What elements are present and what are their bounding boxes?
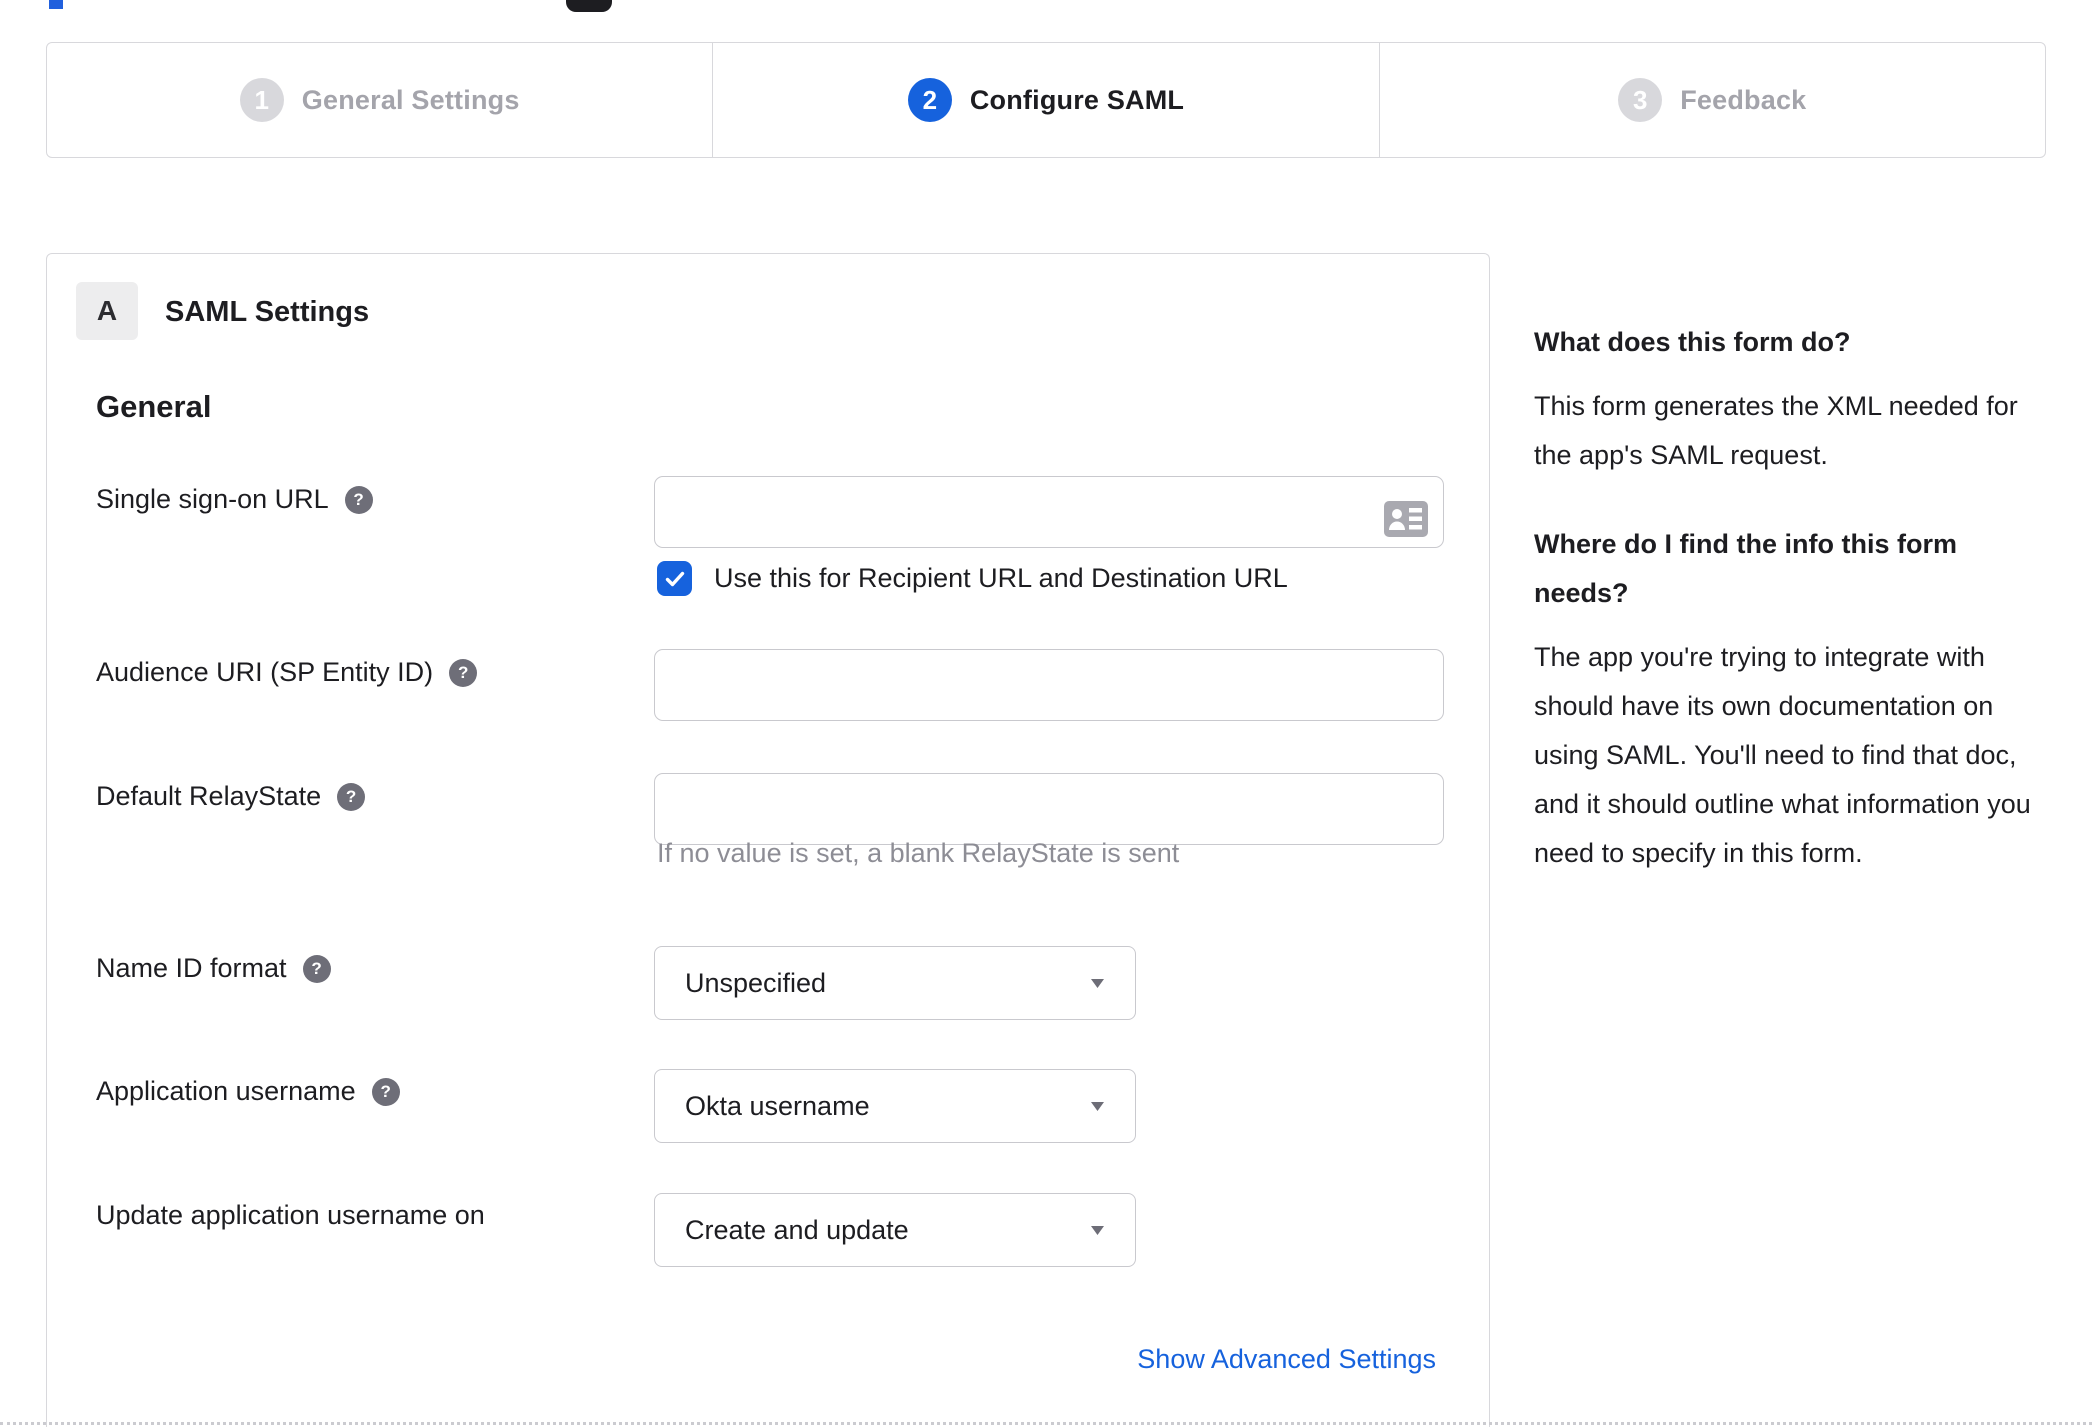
contact-card-icon[interactable]: [1384, 501, 1428, 537]
sso-url-label: Single sign-on URL ?: [96, 484, 373, 515]
name-id-format-label-text: Name ID format: [96, 953, 287, 983]
audience-uri-input[interactable]: [654, 649, 1444, 721]
cutoff-blue-element: [49, 0, 63, 9]
chevron-down-icon: [1091, 1101, 1104, 1111]
step-number-badge: 3: [1618, 78, 1663, 122]
step-label: General Settings: [301, 84, 520, 115]
help-icon[interactable]: ?: [344, 485, 373, 514]
audience-uri-label: Audience URI (SP Entity ID) ?: [96, 657, 478, 688]
sidebar-section: Where do I find the info this form needs…: [1534, 520, 2034, 878]
relay-state-label-text: Default RelayState: [96, 781, 322, 811]
cutoff-dark-icon: [566, 0, 612, 12]
sidebar-body-text: The app you're trying to integrate with …: [1534, 642, 2031, 868]
help-icon[interactable]: ?: [371, 1077, 400, 1106]
name-id-format-dropdown[interactable]: Unspecified: [654, 946, 1136, 1020]
sidebar-section: What does this form do? This form genera…: [1534, 318, 2034, 480]
chevron-down-icon: [1091, 1225, 1104, 1235]
checkmark-icon: [665, 571, 684, 586]
section-title: SAML Settings: [165, 296, 370, 328]
step-feedback: 3 Feedback: [1378, 43, 2045, 157]
sso-url-input[interactable]: [654, 476, 1444, 548]
name-id-format-value: Unspecified: [685, 967, 827, 998]
section-a-badge: A: [76, 282, 138, 340]
wizard-stepper: 1 General Settings 2 Configure SAML 3 Fe…: [46, 42, 2046, 158]
audience-uri-label-text: Audience URI (SP Entity ID): [96, 657, 434, 687]
update-application-username-label-text: Update application username on: [96, 1200, 485, 1230]
step-number-badge: 2: [907, 78, 952, 122]
help-icon[interactable]: ?: [302, 954, 331, 983]
relay-state-input[interactable]: [654, 773, 1444, 845]
chevron-down-icon: [1091, 978, 1104, 988]
application-username-label-text: Application username: [96, 1076, 356, 1106]
recipient-url-checkbox[interactable]: [657, 561, 692, 596]
step-general-settings: 1 General Settings: [47, 43, 712, 157]
application-username-label: Application username ?: [96, 1076, 400, 1107]
update-application-username-dropdown[interactable]: Create and update: [654, 1193, 1136, 1267]
recipient-url-checkbox-label: Use this for Recipient URL and Destinati…: [714, 563, 1288, 593]
step-label: Feedback: [1680, 84, 1807, 115]
application-username-dropdown[interactable]: Okta username: [654, 1069, 1136, 1143]
sidebar-body-text: This form generates the XML needed for t…: [1534, 391, 2018, 470]
help-icon[interactable]: ?: [449, 658, 478, 687]
relay-state-helper-text: If no value is set, a blank RelayState i…: [657, 838, 1180, 868]
recipient-url-checkbox-row: Use this for Recipient URL and Destinati…: [657, 561, 1288, 596]
general-group-heading: General: [96, 389, 212, 424]
application-username-value: Okta username: [685, 1090, 870, 1121]
bottom-dotted-divider: [0, 1422, 2092, 1425]
sidebar-heading: Where do I find the info this form needs…: [1534, 529, 1957, 608]
name-id-format-label: Name ID format ?: [96, 953, 331, 984]
relay-state-label: Default RelayState ?: [96, 781, 366, 812]
update-application-username-label: Update application username on: [96, 1200, 485, 1231]
saml-settings-panel: A SAML Settings General Single sign-on U…: [46, 253, 1490, 1427]
update-application-username-value: Create and update: [685, 1214, 909, 1245]
help-sidebar: What does this form do? This form genera…: [1534, 318, 2034, 878]
step-label: Configure SAML: [969, 84, 1185, 115]
show-advanced-settings-link[interactable]: Show Advanced Settings: [654, 1344, 1436, 1375]
step-configure-saml: 2 Configure SAML: [712, 43, 1378, 157]
sidebar-heading: What does this form do?: [1534, 327, 1851, 357]
sso-url-label-text: Single sign-on URL: [96, 484, 329, 514]
step-number-badge: 1: [239, 78, 284, 122]
help-icon[interactable]: ?: [337, 782, 366, 811]
